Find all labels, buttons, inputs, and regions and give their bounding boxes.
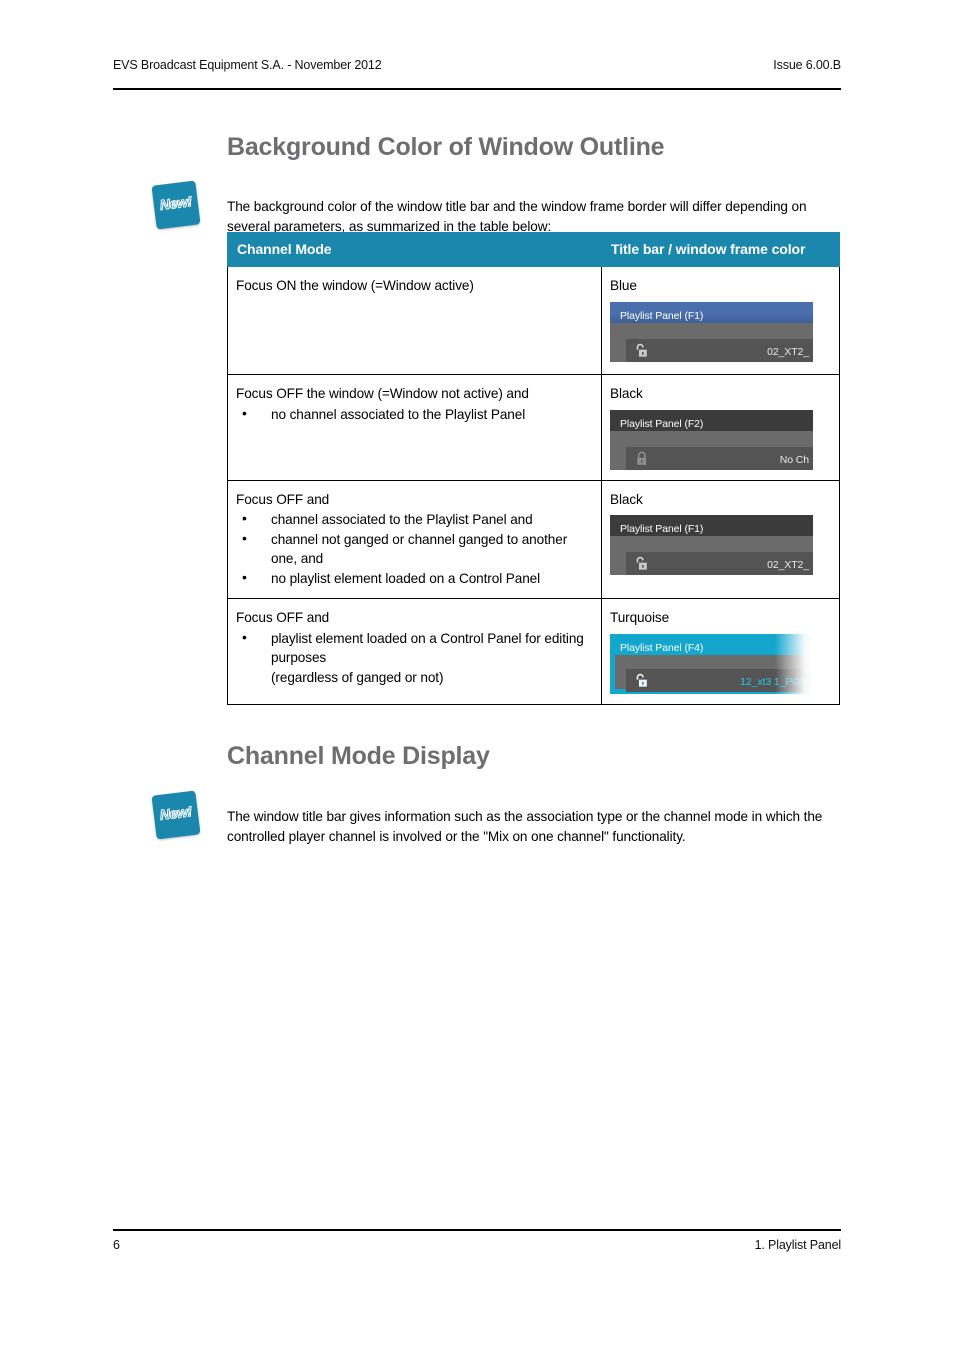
new-badge-icon: New!	[151, 180, 201, 230]
cell-channel-mode: Focus OFF and playlist element loaded on…	[227, 598, 602, 705]
panel-channel-label: 12_xt3 1_PGM	[740, 675, 809, 688]
mode-bullet-list: playlist element loaded on a Control Pan…	[236, 628, 591, 688]
footer-divider	[113, 1229, 841, 1231]
list-item: playlist element loaded on a Control Pan…	[236, 628, 591, 668]
panel-channel-label: No Ch	[779, 453, 809, 466]
new-badge-label: New!	[158, 803, 193, 824]
panel-frame-border: 12_xt3 1_PGM	[610, 654, 813, 694]
panel-title-text: Playlist Panel (F1)	[620, 309, 704, 322]
table-body: Focus ON the window (=Window active) Blu…	[227, 266, 840, 705]
channel-mode-color-table: Channel Mode Title bar / window frame co…	[227, 232, 840, 705]
cell-channel-mode: Focus OFF the window (=Window not active…	[227, 374, 602, 481]
heading-background-color-of-window-outline: Background Color of Window Outline	[227, 133, 665, 161]
intro-paragraph-channel-mode-display: The window title bar gives information s…	[227, 808, 823, 845]
playlist-panel-screenshot: Playlist Panel (F2) No Ch	[610, 409, 813, 470]
panel-toolbar: 02_XT2_	[626, 338, 813, 362]
color-content: Black Playlist Panel (F2) No Ch	[602, 375, 839, 480]
panel-title-bar: Playlist Panel (F1)	[610, 515, 813, 536]
column-header-title-bar-color: Title bar / window frame color	[601, 232, 840, 267]
list-item-note: (regardless of ganged or not)	[271, 669, 444, 685]
color-content: Turquoise Playlist Panel (F4) 12_xt3 1_P…	[602, 599, 839, 704]
document-page: EVS Broadcast Equipment S.A. - November …	[0, 0, 954, 1350]
mode-lead-text: Focus OFF the window (=Window not active…	[236, 386, 529, 401]
panel-title-text: Playlist Panel (F4)	[620, 641, 704, 654]
list-item: channel associated to the Playlist Panel…	[236, 509, 591, 530]
mode-lead-text: Focus ON the window (=Window active)	[236, 278, 474, 293]
panel-title-bar: Playlist Panel (F1)	[610, 301, 813, 323]
panel-frame-border: 02_XT2_	[610, 322, 813, 362]
color-name-label: Blue	[610, 278, 637, 293]
channel-mode-content: Focus OFF and channel associated to the …	[228, 481, 601, 599]
cell-title-bar-color: Turquoise Playlist Panel (F4) 12_xt3 1_P…	[601, 598, 840, 705]
playlist-panel-screenshot: Playlist Panel (F4) 12_xt3 1_PGM	[610, 633, 813, 694]
panel-title-bar: Playlist Panel (F2)	[610, 409, 813, 431]
mode-lead-text: Focus OFF and	[236, 491, 330, 507]
cell-title-bar-color: Black Playlist Panel (F2) No Ch	[601, 374, 840, 481]
channel-mode-content: Focus OFF and playlist element loaded on…	[228, 599, 601, 697]
cell-channel-mode: Focus OFF and channel associated to the …	[227, 479, 602, 599]
unlocked-padlock-icon	[636, 343, 647, 357]
new-badge-label: New!	[158, 193, 193, 214]
panel-title-text: Playlist Panel (F2)	[620, 417, 704, 430]
page-number: 6	[113, 1238, 120, 1252]
document-header: EVS Broadcast Equipment S.A. - November …	[113, 58, 841, 72]
cell-title-bar-color: Black Playlist Panel (F1) 02_XT2_	[601, 479, 840, 599]
color-content: Black Playlist Panel (F1) 02_XT2_	[602, 481, 839, 586]
color-name-label: Black	[610, 386, 643, 401]
list-item: no playlist element loaded on a Control …	[236, 568, 591, 589]
cell-title-bar-color: Blue Playlist Panel (F1) 02_XT2_	[601, 266, 840, 375]
document-footer: 6 1. Playlist Panel	[113, 1238, 841, 1252]
header-left-text: EVS Broadcast Equipment S.A. - November …	[113, 58, 382, 72]
header-divider	[113, 88, 841, 90]
column-header-channel-mode: Channel Mode	[227, 232, 602, 267]
mode-bullet-list: no channel associated to the Playlist Pa…	[236, 404, 591, 425]
panel-toolbar: 12_xt3 1_PGM	[626, 668, 813, 692]
panel-toolbar: 02_XT2_	[626, 552, 813, 575]
heading-channel-mode-display: Channel Mode Display	[227, 742, 490, 770]
panel-channel-label: 02_XT2_	[767, 345, 809, 358]
panel-frame-border: No Ch	[610, 430, 813, 470]
playlist-panel-screenshot: Playlist Panel (F1) 02_XT2_	[610, 515, 813, 575]
table-row: Focus OFF and channel associated to the …	[227, 479, 840, 599]
panel-toolbar: No Ch	[626, 446, 813, 470]
panel-title-bar: Playlist Panel (F4)	[610, 633, 813, 655]
list-item: no channel associated to the Playlist Pa…	[236, 404, 591, 425]
color-name-label: Black	[610, 491, 643, 507]
table-row: Focus OFF and playlist element loaded on…	[227, 598, 840, 705]
table-header: Channel Mode Title bar / window frame co…	[227, 232, 840, 267]
color-name-label: Turquoise	[610, 610, 670, 625]
channel-mode-content: Focus OFF the window (=Window not active…	[228, 375, 601, 434]
mode-bullet-list: channel associated to the Playlist Panel…	[236, 509, 591, 589]
panel-title-text: Playlist Panel (F1)	[620, 523, 704, 535]
channel-mode-content: Focus ON the window (=Window active)	[228, 267, 601, 307]
mode-lead-text: Focus OFF and	[236, 610, 330, 625]
color-content: Blue Playlist Panel (F1) 02_XT2_	[602, 267, 839, 372]
table-row: Focus ON the window (=Window active) Blu…	[227, 266, 840, 375]
new-badge-icon: New!	[151, 790, 201, 840]
unlocked-padlock-icon	[636, 673, 647, 687]
list-item: channel not ganged or channel ganged to …	[236, 529, 591, 569]
table-header-row: Channel Mode Title bar / window frame co…	[227, 232, 840, 267]
footer-chapter-label: 1. Playlist Panel	[754, 1238, 842, 1252]
panel-channel-label: 02_XT2_	[767, 559, 809, 571]
cell-channel-mode: Focus ON the window (=Window active)	[227, 266, 602, 375]
header-right-text: Issue 6.00.B	[773, 58, 841, 72]
playlist-panel-screenshot: Playlist Panel (F1) 02_XT2_	[610, 301, 813, 362]
table-row: Focus OFF the window (=Window not active…	[227, 374, 840, 481]
locked-padlock-icon	[637, 451, 647, 465]
panel-frame-border: 02_XT2_	[610, 536, 813, 575]
unlocked-padlock-icon	[636, 556, 647, 570]
